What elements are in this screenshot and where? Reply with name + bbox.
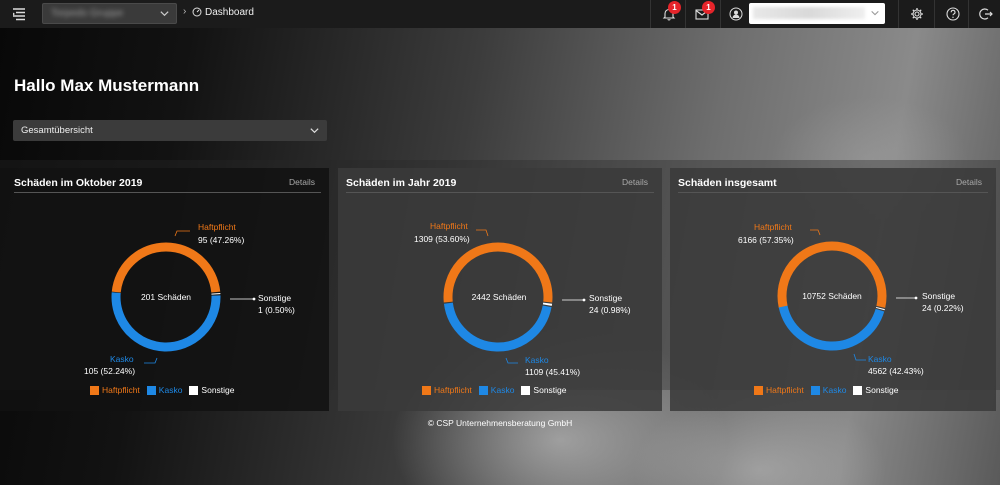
breadcrumb-separator-icon: › <box>183 6 187 17</box>
chevron-down-icon <box>310 128 319 134</box>
chart-legend: Haftpflicht Kasko Sonstige <box>422 385 567 395</box>
divider <box>968 0 969 28</box>
legend-label: Haftpflicht <box>102 385 140 395</box>
total-claims-label: 201 Schäden <box>141 292 191 302</box>
top-bar: Torpedo Gruppe › Dashboard 1 1 <box>0 0 1000 28</box>
messages-button[interactable]: 1 <box>695 1 715 26</box>
legend-item-haftpflicht[interactable]: Haftpflicht <box>90 385 140 395</box>
divider <box>720 0 721 28</box>
haftpflicht-value: 1309 (53.60%) <box>414 234 470 244</box>
user-select-value <box>753 7 865 19</box>
help-icon[interactable] <box>946 7 960 21</box>
legend-item-sonstige[interactable]: Sonstige <box>189 385 235 395</box>
total-claims-label: 10752 Schäden <box>802 291 862 301</box>
legend-item-kasko[interactable]: Kasko <box>146 385 183 395</box>
legend-item-kasko[interactable]: Kasko <box>478 385 515 395</box>
legend-item-sonstige[interactable]: Sonstige <box>521 385 567 395</box>
legend-label: Sonstige <box>865 385 899 395</box>
kasko-leader-line <box>144 357 158 364</box>
legend-label: Haftpflicht <box>766 385 804 395</box>
claims-card-year: Schäden im Jahr 2019 Details Haftpflicht… <box>338 168 662 411</box>
legend-swatch <box>754 385 763 395</box>
kasko-leader-line <box>505 357 518 364</box>
breadcrumb-dashboard[interactable]: Dashboard <box>205 7 254 18</box>
overview-select-value: Gesamtübersicht <box>21 125 93 136</box>
chart-legend: Haftpflicht Kasko Sonstige <box>754 385 899 395</box>
sonstige-value: 24 (0.98%) <box>589 305 631 315</box>
legend-item-sonstige[interactable]: Sonstige <box>853 385 899 395</box>
divider <box>934 0 935 28</box>
footer-copyright: © CSP Unternehmensberatung GmbH <box>427 418 573 428</box>
legend-label: Kasko <box>490 385 515 395</box>
claims-donut-chart: Haftpflicht 1309 (53.60%) Sonstige 24 (0… <box>414 221 631 377</box>
kasko-value: 4562 (42.43%) <box>868 366 924 376</box>
haftpflicht-leader-line <box>810 229 821 236</box>
organization-select[interactable]: Torpedo Gruppe <box>42 3 177 24</box>
sonstige-value: 1 (0.50%) <box>258 305 295 315</box>
claims-card-october: Schäden im Oktober 2019 Details Haftpfli… <box>0 168 329 411</box>
legend-swatch <box>146 385 156 395</box>
sonstige-label: Sonstige <box>258 293 291 303</box>
sonstige-leader-dot <box>582 298 586 302</box>
kasko-arc[interactable] <box>778 305 885 351</box>
claims-donut-chart: Haftpflicht 95 (47.26%) Sonstige 1 (0.50… <box>84 222 295 376</box>
kasko-leader-line <box>853 353 866 361</box>
legend-label: Sonstige <box>201 385 235 395</box>
dashboard-icon <box>192 7 202 17</box>
kasko-value: 1109 (45.41%) <box>525 367 580 377</box>
legend-item-haftpflicht[interactable]: Haftpflicht <box>754 385 804 395</box>
haftpflicht-label: Haftpflicht <box>430 221 468 231</box>
sonstige-label: Sonstige <box>922 291 955 301</box>
legend-swatch <box>90 385 99 395</box>
greeting-title: Hallo Max Mustermann <box>14 76 200 95</box>
total-claims-label: 2442 Schäden <box>472 292 527 302</box>
claims-donut-chart: Haftpflicht 6166 (57.35%) Sonstige 24 (0… <box>738 222 964 376</box>
legend-swatch <box>521 385 531 395</box>
chevron-down-icon <box>871 10 879 16</box>
chevron-down-icon <box>160 11 169 17</box>
haftpflicht-label: Haftpflicht <box>754 222 792 232</box>
menu-icon[interactable] <box>12 7 26 21</box>
kasko-label: Kasko <box>110 354 134 364</box>
divider <box>898 0 899 28</box>
legend-swatch <box>478 385 488 395</box>
kasko-label: Kasko <box>525 355 549 365</box>
chart-legend: Haftpflicht Kasko Sonstige <box>90 385 235 395</box>
kasko-label: Kasko <box>868 354 892 364</box>
legend-label: Kasko <box>822 385 847 395</box>
divider <box>685 0 686 28</box>
notifications-badge: 1 <box>668 1 681 14</box>
user-icon[interactable] <box>729 7 743 21</box>
kasko-arc[interactable] <box>443 302 552 352</box>
legend-item-haftpflicht[interactable]: Haftpflicht <box>422 385 472 395</box>
sonstige-value: 24 (0.22%) <box>922 303 964 313</box>
kasko-value: 105 (52.24%) <box>84 366 135 376</box>
messages-badge: 1 <box>702 1 715 14</box>
legend-swatch <box>853 385 863 395</box>
haftpflicht-value: 6166 (57.35%) <box>738 235 794 245</box>
legend-swatch <box>422 385 431 395</box>
legend-label: Sonstige <box>533 385 567 395</box>
organization-select-value: Torpedo Gruppe <box>51 8 124 19</box>
haftpflicht-arc[interactable] <box>111 242 221 293</box>
divider <box>650 0 651 28</box>
legend-swatch <box>189 385 199 395</box>
logout-icon[interactable] <box>979 7 993 21</box>
haftpflicht-leader-line <box>476 229 489 237</box>
notifications-button[interactable]: 1 <box>662 1 681 26</box>
legend-item-kasko[interactable]: Kasko <box>810 385 847 395</box>
legend-swatch <box>810 385 820 395</box>
haftpflicht-value: 95 (47.26%) <box>198 235 244 245</box>
overview-select[interactable]: Gesamtübersicht <box>13 120 327 141</box>
haftpflicht-leader-line <box>174 230 190 237</box>
sonstige-label: Sonstige <box>589 293 622 303</box>
legend-label: Haftpflicht <box>434 385 472 395</box>
haftpflicht-label: Haftpflicht <box>198 222 236 232</box>
legend-label: Kasko <box>158 385 183 395</box>
sonstige-leader-dot <box>914 296 918 300</box>
gear-icon[interactable] <box>910 7 924 21</box>
sonstige-leader-dot <box>252 297 256 301</box>
user-select[interactable] <box>749 3 885 24</box>
claims-card-total: Schäden insgesamt Details Haftpflicht 61… <box>670 168 996 411</box>
